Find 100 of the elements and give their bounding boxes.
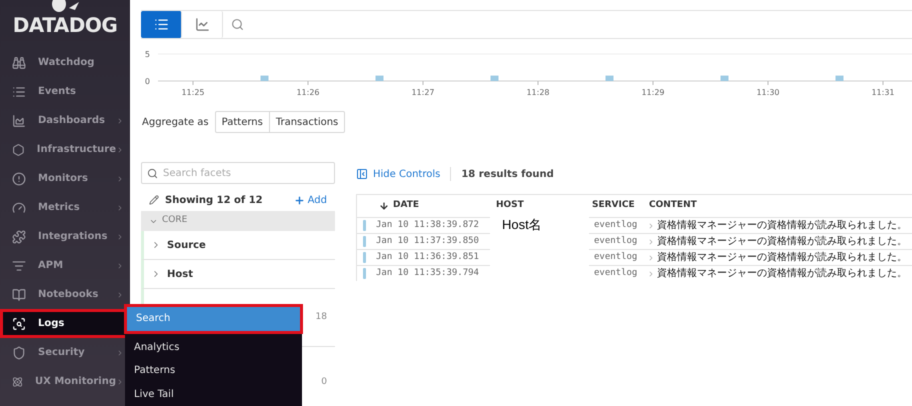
area-chart-icon xyxy=(12,114,26,128)
service-cell-text: eventlog xyxy=(593,218,638,232)
nav-item[interactable]: Watchdog xyxy=(0,48,130,77)
nav-label: Logs xyxy=(38,317,66,331)
nav-label: Monitors xyxy=(38,172,89,186)
plus-icon xyxy=(294,194,305,206)
content-cell-text: 資格情報マネージャーの資格情報が読み取られました。 xyxy=(657,266,907,281)
status-bar-indicator xyxy=(363,220,366,231)
filter-icon xyxy=(12,258,26,272)
nav-label: Security xyxy=(38,346,86,360)
list-view-button[interactable] xyxy=(141,11,182,38)
nav-item[interactable]: APM xyxy=(0,251,130,280)
logo-text: DATADOG xyxy=(12,14,118,36)
aggregate-label: Aggregate as xyxy=(142,116,209,130)
results-count: 18 results found xyxy=(461,168,554,182)
nav-item[interactable]: Dashboards xyxy=(0,106,130,135)
search-icon xyxy=(231,18,244,31)
date-cell-text: Jan 10 11:36:39.851 xyxy=(376,250,479,264)
section-header[interactable]: CORE xyxy=(141,211,335,231)
nav-item[interactable]: Monitors xyxy=(0,164,130,193)
nav-label: Dashboards xyxy=(38,114,106,128)
x-tick-label: 11:28 xyxy=(526,88,550,97)
histogram-bar xyxy=(836,76,844,81)
column-header[interactable]: SERVICE xyxy=(589,199,647,213)
service-cell-text: eventlog xyxy=(593,250,638,264)
collapse-icon xyxy=(356,168,368,180)
nav-item[interactable]: Notebooks xyxy=(0,280,130,309)
column-header[interactable]: CONTENT xyxy=(647,199,697,213)
nav-label: Metrics xyxy=(38,201,81,215)
sort-icon xyxy=(379,201,389,211)
nav-label: Events xyxy=(38,85,77,99)
nav-label: Integrations xyxy=(38,230,108,244)
shield-icon xyxy=(12,346,26,360)
facet-value-count: 0 xyxy=(321,376,327,388)
facet-item[interactable]: Host xyxy=(141,260,335,289)
nav-label: Infrastructure xyxy=(36,143,116,157)
date-cell-text: Jan 10 11:37:39.850 xyxy=(376,234,479,248)
aggregate-option[interactable]: Transactions xyxy=(268,112,344,132)
content-cell-text: 資格情報マネージャーの資格情報が読み取られました。 xyxy=(657,250,907,265)
magnifier-icon xyxy=(12,316,26,330)
book-icon xyxy=(12,288,26,302)
x-tick-label: 11:29 xyxy=(641,88,665,97)
x-tick-label: 11:31 xyxy=(871,88,895,97)
nav-item[interactable]: Integrations xyxy=(0,222,130,251)
y-tick-label: 0 xyxy=(144,77,150,86)
line-chart-icon xyxy=(194,17,210,32)
nav-label: Notebooks xyxy=(38,288,100,302)
x-tick-label: 11:30 xyxy=(756,88,780,97)
log-row[interactable]: Jan 10 11:36:39.851 eventlog 資格情報マネージャーの資格情報が読み取られました。 xyxy=(357,249,912,265)
hide-controls-button[interactable]: Hide Controls xyxy=(356,166,440,182)
column-header[interactable]: HOST xyxy=(490,199,589,213)
nav-label: APM xyxy=(38,259,64,273)
service-cell-text: eventlog xyxy=(593,234,638,248)
binoculars-icon xyxy=(12,56,26,70)
add-facet-button[interactable]: Add xyxy=(294,192,335,208)
service-cell-text: eventlog xyxy=(593,266,638,280)
section-label: CORE xyxy=(162,214,188,228)
facet-item[interactable]: Source xyxy=(141,231,335,260)
hexagon-icon xyxy=(12,142,25,156)
nav-label: UX Monitoring xyxy=(35,375,116,389)
nav-item[interactable]: Infrastructure xyxy=(0,135,130,164)
histogram-bar xyxy=(376,76,384,81)
atom-icon xyxy=(12,374,24,388)
date-cell-text: Jan 10 11:35:39.794 xyxy=(376,266,479,280)
alert-icon xyxy=(12,172,26,186)
histogram-bar xyxy=(260,76,268,81)
search-icon xyxy=(147,168,158,178)
x-tick-label: 11:27 xyxy=(411,88,435,97)
content-cell-text: 資格情報マネージャーの資格情報が読み取られました。 xyxy=(657,234,907,249)
nav-item[interactable]: Metrics xyxy=(0,193,130,222)
status-bar-indicator xyxy=(363,236,366,247)
host-cell-text: Host名 xyxy=(502,216,542,234)
y-tick-label: 5 xyxy=(144,50,150,59)
histogram-bar xyxy=(490,76,498,81)
gauge-icon xyxy=(12,200,26,214)
nav-label: Watchdog xyxy=(38,56,96,70)
facet-count: Showing 12 of 12 xyxy=(165,194,264,208)
x-tick-label: 11:25 xyxy=(181,88,205,97)
log-row[interactable]: Jan 10 11:35:39.794 eventlog 資格情報マネージャーの資格情報が読み取られました。 xyxy=(357,265,912,281)
status-bar-indicator xyxy=(363,268,366,279)
facet-search-input[interactable]: Search facets xyxy=(163,166,323,180)
content-cell-text: 資格情報マネージャーの資格情報が読み取られました。 xyxy=(657,218,907,233)
log-row[interactable]: Jan 10 11:38:39.872 Host名 eventlog 資格情報マネージャーの資格情報が読み取られました。 xyxy=(357,217,912,233)
pencil-icon xyxy=(149,195,159,205)
histogram-bar xyxy=(720,76,728,81)
column-header[interactable]: DATE xyxy=(393,199,420,213)
date-cell-text: Jan 10 11:38:39.872 xyxy=(376,218,479,232)
histogram-chart: 0 5 11:25 11:26 11:27 11:28 11:29 11:30 11:31 xyxy=(130,42,912,100)
puzzle-icon xyxy=(12,230,26,244)
facet-value-count: 18 xyxy=(316,310,327,324)
submenu-item[interactable]: Search xyxy=(127,307,300,330)
status-bar-indicator xyxy=(363,252,366,263)
list-icon xyxy=(12,84,26,98)
log-row[interactable]: Jan 10 11:37:39.850 eventlog 資格情報マネージャーの資格情報が読み取られました。 xyxy=(357,233,912,249)
nav-item[interactable]: Events xyxy=(0,77,130,106)
histogram-bar xyxy=(606,76,614,81)
aggregate-option[interactable]: Patterns xyxy=(216,112,269,132)
facet-search-field[interactable]: Search facets xyxy=(141,162,335,184)
list-icon xyxy=(154,17,168,32)
x-tick-label: 11:26 xyxy=(296,88,320,97)
